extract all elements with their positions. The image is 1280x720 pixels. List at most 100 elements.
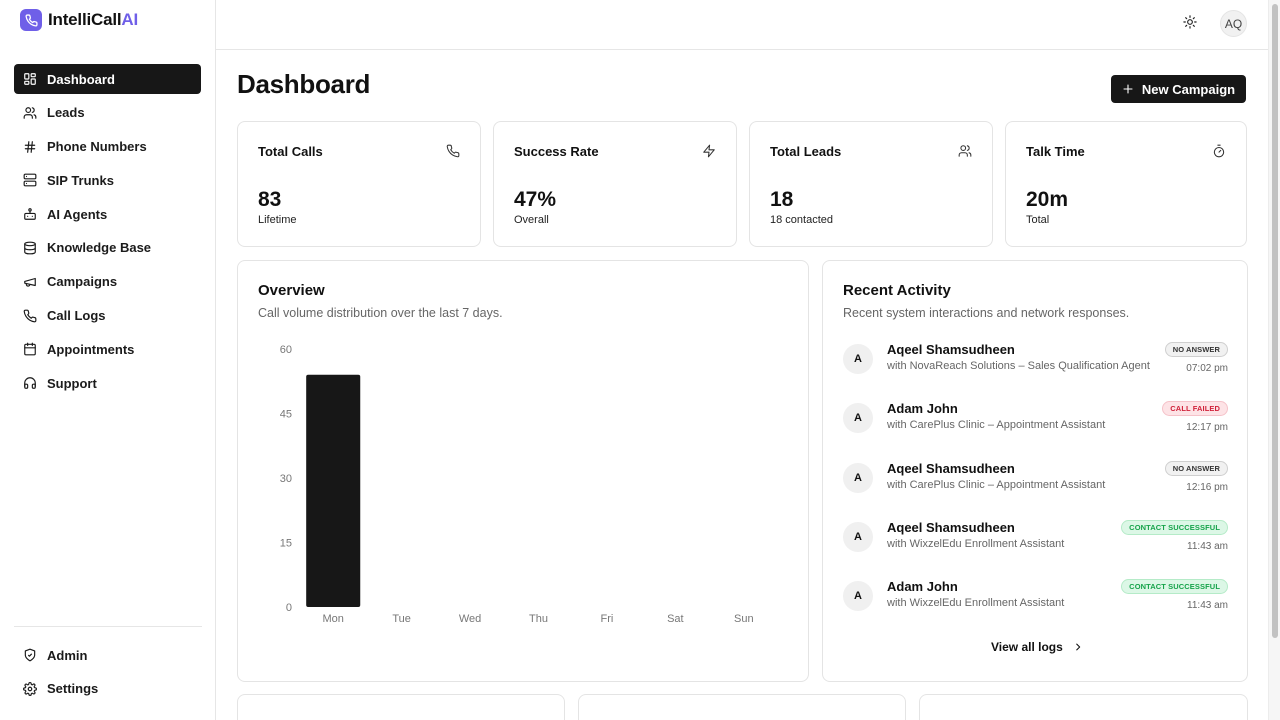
sidebar-bottom-nav: Admin Settings — [14, 640, 201, 708]
x-tick-label: Mon — [323, 613, 344, 625]
sidebar-item-dashboard[interactable]: Dashboard — [14, 64, 201, 94]
stat-label: Success Rate — [514, 144, 599, 159]
phone-icon — [446, 144, 460, 158]
y-tick-label: 15 — [280, 538, 292, 550]
activity-item[interactable]: A Aqeel Shamsudheen with CarePlus Clinic… — [843, 461, 1228, 501]
page-title: Dashboard — [237, 69, 371, 99]
activity-detail: with CarePlus Clinic – Appointment Assis… — [887, 419, 1106, 431]
activity-name: Aqeel Shamsudheen — [887, 520, 1015, 535]
stat-sub: Overall — [514, 214, 549, 226]
activity-item[interactable]: A Adam John with WixzelEdu Enrollment As… — [843, 579, 1228, 619]
stat-value: 47% — [514, 188, 557, 211]
activity-name: Adam John — [887, 401, 958, 416]
timer-icon — [1213, 144, 1225, 158]
sidebar-item-phone-numbers[interactable]: Phone Numbers — [14, 132, 201, 162]
zap-icon — [703, 144, 715, 158]
users-icon — [958, 145, 972, 157]
sidebar-item-appointments[interactable]: Appointments — [14, 334, 201, 364]
call-volume-chart: 0 15 30 45 60 Mon Tue Wed Thu Fri Sat Sun — [280, 344, 754, 625]
headset-icon — [24, 377, 36, 390]
status-badge: CALL FAILED — [1162, 401, 1228, 416]
sun-icon — [1183, 15, 1197, 29]
activity-time: 12:17 pm — [1186, 422, 1228, 433]
sidebar-item-admin[interactable]: Admin — [14, 640, 201, 670]
y-tick-label: 30 — [280, 473, 292, 485]
y-tick-label: 0 — [286, 602, 292, 614]
sidebar-item-label: SIP Trunks — [47, 172, 114, 188]
shield-icon — [24, 648, 36, 662]
avatar: A — [843, 344, 873, 374]
stat-card-success-rate: Success Rate 47% Overall — [493, 121, 737, 247]
sidebar: IntelliCallAI Dashboard Leads Phone Numb… — [0, 0, 216, 720]
sidebar-divider — [14, 626, 202, 627]
user-avatar[interactable]: AQ — [1220, 10, 1247, 37]
sidebar-item-support[interactable]: Support — [14, 368, 201, 398]
activity-time: 11:43 am — [1187, 541, 1228, 552]
new-campaign-button[interactable]: New Campaign — [1111, 75, 1246, 103]
y-tick-label: 60 — [280, 344, 292, 356]
scrollbar-thumb[interactable] — [1272, 4, 1278, 638]
avatar: A — [843, 581, 873, 611]
recent-activity-panel: Recent Activity Recent system interactio… — [822, 260, 1248, 682]
sidebar-item-campaigns[interactable]: Campaigns — [14, 267, 201, 297]
activity-time: 11:43 am — [1187, 600, 1228, 611]
activity-time: 12:16 pm — [1186, 482, 1228, 493]
bot-icon — [24, 208, 36, 221]
activity-time: 07:02 pm — [1186, 363, 1228, 374]
megaphone-icon — [24, 277, 36, 287]
sidebar-item-leads[interactable]: Leads — [14, 98, 201, 128]
avatar: A — [843, 522, 873, 552]
theme-toggle-button[interactable] — [1182, 14, 1198, 30]
users-icon — [23, 106, 37, 119]
activity-item[interactable]: A Adam John with CarePlus Clinic – Appoi… — [843, 401, 1228, 441]
sidebar-item-label: Call Logs — [47, 308, 106, 324]
new-campaign-label: New Campaign — [1141, 81, 1236, 97]
top-bar: AQ — [216, 0, 1268, 50]
bar-mon[interactable] — [306, 374, 361, 607]
page-scrollbar[interactable] — [1268, 0, 1280, 720]
gear-icon — [23, 681, 37, 696]
view-all-label: View all logs — [991, 640, 1063, 654]
status-badge: NO ANSWER — [1164, 342, 1228, 357]
activity-title: Recent Activity — [843, 282, 951, 299]
stat-label: Total Leads — [770, 144, 842, 159]
stat-sub: 18 contacted — [770, 214, 833, 226]
activity-name: Aqeel Shamsudheen — [887, 342, 1015, 357]
x-tick-label: Wed — [459, 613, 481, 625]
view-all-logs-link[interactable]: View all logs — [991, 640, 1083, 654]
bottom-card-3 — [919, 694, 1248, 720]
database-icon — [24, 241, 36, 255]
x-tick-label: Fri — [601, 613, 614, 625]
activity-item[interactable]: A Aqeel Shamsudheen with NovaReach Solut… — [843, 342, 1228, 382]
activity-detail: with WixzelEdu Enrollment Assistant — [887, 538, 1065, 550]
avatar: A — [843, 463, 873, 493]
sidebar-item-sip-trunks[interactable]: SIP Trunks — [14, 165, 201, 195]
stat-value: 20m — [1026, 188, 1069, 211]
status-badge: CONTACT SUCCESSFUL — [1121, 579, 1228, 594]
sidebar-item-label: Leads — [47, 105, 85, 121]
sidebar-item-label: Admin — [47, 647, 88, 663]
activity-item[interactable]: A Aqeel Shamsudheen with WixzelEdu Enrol… — [843, 520, 1228, 560]
sidebar-item-knowledge-base[interactable]: Knowledge Base — [14, 233, 201, 263]
sidebar-item-label: Settings — [47, 681, 99, 697]
stat-value: 18 — [770, 188, 794, 211]
x-tick-label: Thu — [529, 613, 548, 625]
stat-card-talk-time: Talk Time 20m Total — [1005, 121, 1247, 247]
sidebar-item-call-logs[interactable]: Call Logs — [14, 301, 201, 331]
sidebar-item-ai-agents[interactable]: AI Agents — [14, 199, 201, 229]
bottom-card-1 — [237, 694, 565, 720]
app-logo[interactable]: IntelliCallAI — [20, 9, 138, 31]
sidebar-item-label: Knowledge Base — [47, 240, 152, 256]
x-tick-label: Sat — [667, 613, 684, 625]
stat-sub: Total — [1026, 214, 1050, 226]
sidebar-item-label: Appointments — [47, 341, 135, 357]
bottom-card-2 — [578, 694, 906, 720]
status-badge: CONTACT SUCCESSFUL — [1121, 520, 1228, 535]
activity-detail: with CarePlus Clinic – Appointment Assis… — [887, 479, 1106, 491]
activity-detail: with WixzelEdu Enrollment Assistant — [887, 597, 1065, 609]
sidebar-item-settings[interactable]: Settings — [14, 674, 201, 704]
activity-detail: with NovaReach Solutions – Sales Qualifi… — [887, 360, 1150, 372]
hash-icon — [24, 140, 36, 153]
x-tick-label: Tue — [392, 613, 411, 625]
sidebar-item-label: Phone Numbers — [47, 139, 147, 155]
